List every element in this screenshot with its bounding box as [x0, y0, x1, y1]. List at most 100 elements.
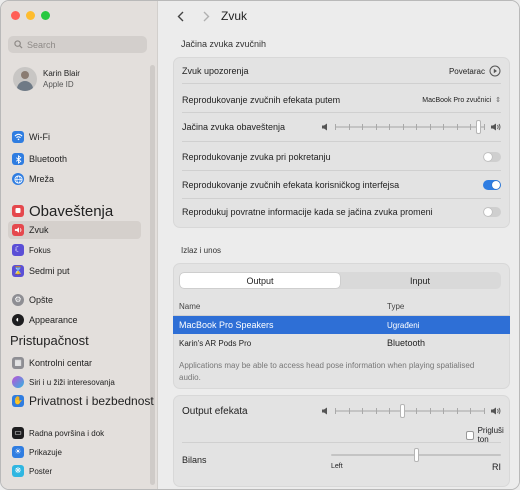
- table-row[interactable]: Karin's AR Pods Pro Bluetooth: [173, 334, 510, 352]
- speaker-high-icon: [491, 123, 501, 131]
- startup-sound-label: Reprodukovanje zvuka pri pokretanju: [182, 152, 331, 162]
- sidebar-item-label: Opšte: [29, 295, 54, 305]
- play-icon[interactable]: [489, 65, 501, 77]
- device-type: Ugrađeni: [387, 320, 420, 330]
- sidebar-item-label: Bluetooth: [29, 154, 68, 164]
- sidebar-item-label: Fokus: [29, 245, 51, 255]
- sidebar-item-sound[interactable]: Zvuk: [8, 221, 141, 239]
- slider-knob[interactable]: [476, 120, 481, 134]
- slider-knob[interactable]: [414, 448, 419, 462]
- sidebar-item-general[interactable]: ⚙ Opšte: [8, 291, 141, 309]
- back-button[interactable]: [173, 8, 187, 24]
- sidebar-item-label: Pristupačnost: [10, 332, 89, 348]
- output-volume-card: Output efekata Prigluši ton Bilans Left …: [173, 395, 510, 487]
- desktop-icon: ▭: [12, 427, 24, 439]
- alert-sound-row: Zvuk upozorenja Povetarac: [182, 60, 501, 82]
- control-center-icon: ▦: [12, 357, 24, 369]
- forward-button[interactable]: [199, 8, 213, 24]
- device-table: Name Type MacBook Pro Speakers Ugrađeni …: [173, 298, 510, 352]
- tab-output[interactable]: Output: [180, 273, 340, 288]
- minimize-window-button[interactable]: [26, 11, 35, 20]
- volume-feedback-label: Reprodukuj povratne informacije kada se …: [182, 207, 433, 217]
- play-through-popup[interactable]: MacBook Pro zvučnici ⇕: [422, 96, 501, 105]
- output-volume-row: Output efekata: [182, 400, 501, 422]
- appearance-icon: ◐: [12, 314, 24, 326]
- toolbar: Zvuk: [159, 1, 519, 31]
- sidebar-item-network[interactable]: Mreža: [8, 170, 141, 188]
- sidebar-item-label: Sedmi put: [29, 266, 70, 276]
- wallpaper-icon: ❋: [12, 465, 24, 477]
- section-title-output-input: Izlaz i unos: [181, 246, 222, 255]
- sidebar-item-wifi[interactable]: Wi-Fi: [8, 128, 141, 146]
- column-name: Name: [179, 302, 201, 311]
- bluetooth-icon: [12, 153, 24, 165]
- balance-slider[interactable]: [331, 448, 501, 462]
- sidebar-item-displays[interactable]: ☀ Prikazuje: [8, 443, 141, 461]
- apple-id-account[interactable]: Karin Blair Apple ID: [13, 67, 80, 91]
- volume-feedback-toggle[interactable]: [483, 207, 501, 217]
- device-type: Bluetooth: [387, 338, 426, 348]
- chevron-right-icon: [203, 11, 209, 21]
- slider-knob[interactable]: [400, 404, 405, 418]
- speaker-high-icon: [491, 407, 501, 415]
- ui-effects-toggle[interactable]: [483, 180, 501, 190]
- speaker-low-icon: [322, 123, 327, 131]
- sidebar-scrollbar[interactable]: [150, 65, 155, 485]
- chevron-left-icon: [177, 11, 183, 21]
- table-header: Name Type: [173, 298, 510, 316]
- sidebar-item-wallpaper[interactable]: ❋ Poster: [8, 462, 141, 480]
- sidebar-item-label: Siri i u žiži interesovanja: [29, 377, 115, 387]
- sidebar-item-label: Zvuk: [29, 225, 49, 235]
- alert-volume-slider[interactable]: [335, 120, 485, 134]
- device-name: Karin's AR Pods Pro: [179, 338, 252, 348]
- mute-checkbox[interactable]: [466, 430, 474, 440]
- play-through-value: MacBook Pro zvučnici: [422, 96, 492, 104]
- output-volume-slider[interactable]: [335, 404, 485, 418]
- close-window-button[interactable]: [11, 11, 20, 20]
- sidebar-item-control-center[interactable]: ▦ Kontrolni centar: [8, 354, 141, 372]
- chevron-updown-icon: ⇕: [495, 97, 501, 104]
- main-pane: Zvuk Jačina zvuka zvučnih Zvuk upozorenj…: [159, 1, 519, 489]
- speaker-low-icon: [322, 407, 327, 415]
- sidebar-item-label: Poster: [29, 466, 53, 476]
- sidebar-item-label: Obaveštenja: [29, 202, 114, 220]
- search-input[interactable]: [27, 39, 137, 50]
- sidebar-item-label: Kontrolni centar: [29, 358, 93, 368]
- bell-icon: [12, 205, 24, 217]
- alert-sound-label: Zvuk upozorenja: [182, 66, 249, 76]
- avatar: [13, 67, 37, 91]
- sidebar-item-focus[interactable]: ☾ Fokus: [8, 241, 141, 259]
- search-field[interactable]: [8, 36, 147, 53]
- play-through-row: Reprodukovanje zvučnih efekata putem Mac…: [182, 89, 501, 111]
- output-volume-label: Output efekata: [182, 405, 248, 417]
- column-type: Type: [387, 302, 405, 311]
- sidebar-item-accessibility[interactable]: Pristupačnost: [6, 331, 139, 349]
- display-icon: ☀: [12, 446, 24, 458]
- sidebar-item-label: Appearance: [29, 315, 78, 325]
- sidebar-item-label: Prikazuje: [29, 447, 62, 457]
- sidebar-item-notifications[interactable]: Obaveštenja: [8, 201, 141, 221]
- moon-icon: ☾: [12, 244, 24, 256]
- volume-feedback-row: Reprodukuj povratne informacije kada se …: [182, 201, 501, 223]
- startup-sound-toggle[interactable]: [483, 152, 501, 162]
- tab-input[interactable]: Input: [340, 273, 500, 288]
- table-row[interactable]: MacBook Pro Speakers Ugrađeni: [173, 316, 510, 334]
- startup-sound-row: Reprodukovanje zvuka pri pokretanju: [182, 146, 501, 168]
- output-input-segmented-control[interactable]: Output Input: [179, 272, 501, 289]
- sidebar-item-bluetooth[interactable]: Bluetooth: [8, 150, 141, 168]
- sidebar-item-siri[interactable]: Siri i u žiži interesovanja: [8, 373, 141, 391]
- alert-sound-value[interactable]: Povetarac: [449, 67, 485, 76]
- sidebar-item-desktop-dock[interactable]: ▭ Radna površina i dok: [8, 424, 141, 442]
- zoom-window-button[interactable]: [41, 11, 50, 20]
- sidebar-item-privacy[interactable]: ✋ Privatnost i bezbednost: [8, 392, 158, 410]
- window-controls: [11, 11, 50, 20]
- sidebar-item-screen-time[interactable]: ⌛ Sedmi put: [8, 262, 141, 280]
- gear-icon: ⚙: [12, 294, 24, 306]
- globe-icon: [12, 173, 24, 185]
- sidebar-item-label: Mreža: [29, 174, 55, 184]
- sidebar-item-appearance[interactable]: ◐ Appearance: [8, 311, 141, 329]
- ui-effects-label: Reprodukovanje zvučnih efekata korisničk…: [182, 180, 400, 190]
- balance-right-label: RI: [492, 462, 501, 472]
- speaker-icon: [12, 224, 24, 236]
- wifi-icon: [12, 131, 24, 143]
